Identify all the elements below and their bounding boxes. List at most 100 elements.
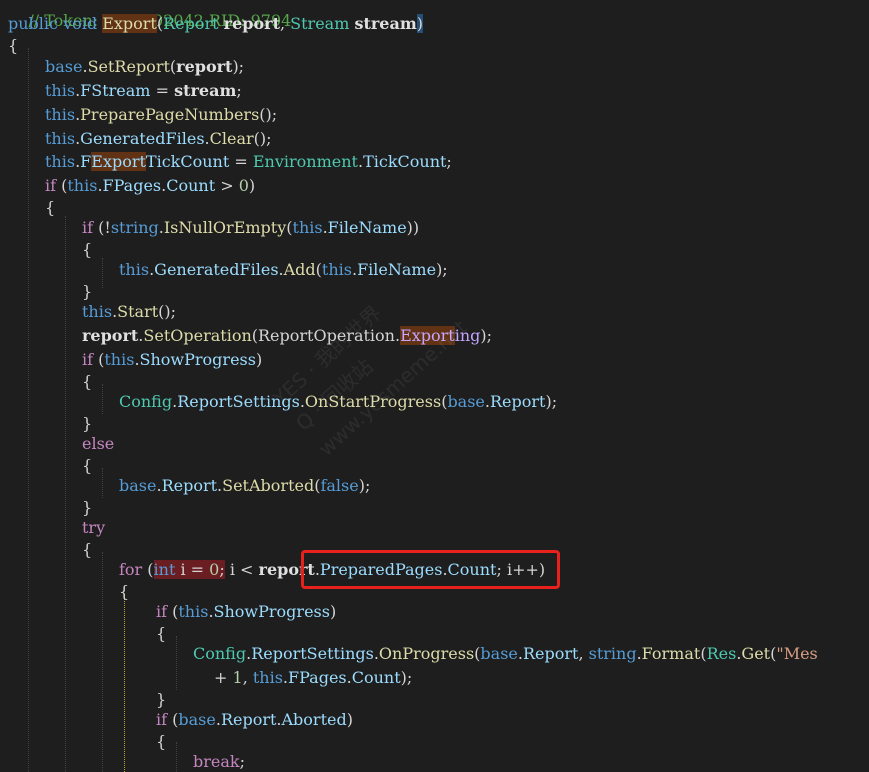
- indent-guide: [102, 258, 103, 288]
- punct: (: [167, 602, 179, 621]
- type-name: Res: [706, 644, 737, 663]
- method-call: Clear: [209, 129, 254, 148]
- type-name: Report: [163, 14, 219, 33]
- method-call: SetReport: [87, 57, 170, 76]
- keyword: base: [119, 476, 157, 495]
- method-call: Start: [117, 302, 159, 321]
- code-line: this.GeneratedFiles.Clear();: [37, 128, 272, 150]
- property-name: ShowProgress: [213, 602, 330, 621]
- indent-guide: [65, 216, 66, 772]
- code-line: }: [148, 689, 166, 711]
- punct: ): [248, 176, 256, 195]
- code-line: {: [74, 371, 92, 393]
- brace: }: [82, 282, 93, 301]
- keyword: this: [67, 176, 98, 195]
- property-name: Report: [220, 710, 277, 729]
- code-line: if (base.Report.Aborted): [148, 709, 353, 731]
- code-line: {: [74, 539, 92, 561]
- punct: (!: [93, 218, 111, 237]
- indent-guide: [124, 594, 125, 772]
- keyword: base: [45, 57, 83, 76]
- keyword: for: [119, 560, 143, 579]
- punct: =: [150, 81, 175, 100]
- punct: +: [214, 668, 233, 687]
- punct: ();: [259, 105, 278, 124]
- keyword: string: [588, 644, 637, 663]
- brace: {: [119, 582, 130, 601]
- keyword: string: [110, 218, 159, 237]
- code-editor[interactable]: // Token: 0x06002042 RID: 9794 public vo…: [0, 0, 869, 772]
- property-name: GeneratedFiles: [154, 260, 279, 279]
- param-name: stream: [354, 14, 417, 33]
- property-name: Count: [166, 176, 216, 195]
- code-line: if (this.ShowProgress): [148, 601, 336, 623]
- indent-guide: [28, 48, 29, 772]
- keyword: this: [321, 260, 352, 279]
- watermark: YES · 我的世界 Q · 回收站 www.yesmeme.net: [265, 188, 635, 552]
- punct: ();: [253, 129, 272, 148]
- punct: >: [215, 176, 239, 195]
- brace: {: [45, 198, 56, 217]
- field-name: FStream: [80, 81, 151, 100]
- code-line: }: [74, 281, 92, 303]
- keyword: public: [8, 14, 58, 33]
- code-line: // Token: 0x06002042 RID: 9794: [0, 0, 291, 30]
- keyword: this: [292, 218, 323, 237]
- number: 0: [209, 560, 220, 579]
- property-name: TickCount: [363, 152, 447, 171]
- brace: {: [8, 36, 19, 55]
- property-name: Report: [522, 644, 579, 663]
- code-line: try: [74, 517, 105, 539]
- punct: );: [232, 57, 245, 76]
- keyword: base: [178, 710, 216, 729]
- brace: {: [156, 732, 167, 751]
- property-name: ReportSettings: [251, 644, 374, 663]
- keyword: this: [45, 105, 76, 124]
- punct: ;: [446, 152, 452, 171]
- code-line: {: [74, 455, 92, 477]
- brace: {: [82, 240, 93, 259]
- indent-guide: [102, 384, 103, 414]
- keyword: try: [82, 518, 106, 537]
- punct: ): [416, 14, 424, 33]
- indent-guide: [176, 636, 177, 690]
- field-name: FPages: [102, 176, 162, 195]
- indent-guide: [176, 742, 177, 772]
- code-line: break;: [185, 751, 245, 772]
- code-line: public void Export(Report report, Stream…: [0, 13, 424, 35]
- punct: ): [329, 602, 337, 621]
- code-line: + 1, this.FPages.Count);: [206, 667, 412, 689]
- keyword: if: [82, 350, 94, 369]
- keyword: base: [480, 644, 518, 663]
- field-name: TickCount: [145, 152, 230, 171]
- highlight-box: [301, 550, 560, 589]
- code-line: }: [74, 413, 92, 435]
- punct: ,: [279, 14, 286, 33]
- punct: (: [167, 710, 179, 729]
- type-name: Environment: [252, 152, 358, 171]
- punct: ,: [242, 668, 253, 687]
- method-call: OnProgress: [378, 644, 475, 663]
- brace: }: [82, 498, 93, 517]
- punct: i =: [175, 560, 210, 579]
- keyword: this: [45, 129, 76, 148]
- property-name: ShowProgress: [139, 350, 256, 369]
- punct: );: [400, 668, 413, 687]
- field-name: FPages: [288, 668, 347, 687]
- code-line: if (!string.IsNullOrEmpty(this.FileName)…: [74, 217, 419, 239]
- punct: ();: [158, 302, 177, 321]
- keyword: break: [193, 752, 240, 771]
- code-line: {: [111, 581, 129, 603]
- code-line: else: [74, 433, 114, 455]
- number: 0: [238, 176, 249, 195]
- string-literal: "Mes: [776, 644, 818, 663]
- method-name-export[interactable]: Export: [102, 14, 157, 33]
- method-call: PreparePageNumbers: [80, 105, 260, 124]
- code-line: this.PreparePageNumbers();: [37, 104, 277, 126]
- method-call: SetOperation: [143, 326, 252, 345]
- param-name: report: [82, 326, 139, 345]
- code-line: {: [148, 623, 166, 645]
- punct: =: [229, 152, 253, 171]
- param-name: report: [176, 57, 233, 76]
- brace: {: [82, 372, 93, 391]
